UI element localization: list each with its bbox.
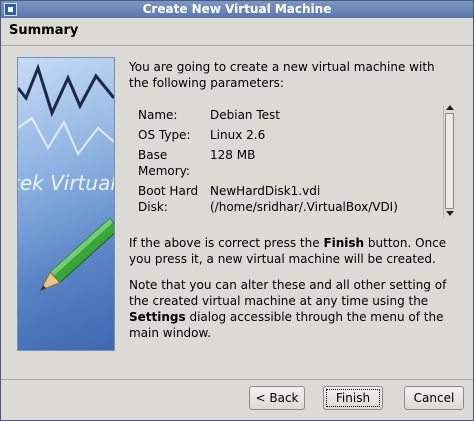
scrollbar-thumb[interactable]: [445, 113, 454, 209]
title-bar[interactable]: Create New Virtual Machine: [1, 1, 473, 18]
parameters-panel: Name: Debian Test OS Type: Linux 2.6 Bas…: [129, 105, 459, 223]
pencil-graph-illustration: tek Virtual: [18, 63, 114, 292]
parameters-scrollbar[interactable]: [443, 105, 456, 217]
intro-text: You are going to create a new virtual ma…: [129, 60, 435, 90]
param-value-name: Debian Test: [210, 108, 280, 122]
param-label-name: Name:: [138, 108, 178, 122]
button-separator: [1, 379, 473, 380]
wizard-side-graphic: tek Virtual: [17, 57, 115, 351]
cancel-button[interactable]: Cancel: [404, 386, 464, 410]
param-value-base-memory: 128 MB: [210, 148, 256, 162]
back-button[interactable]: < Back: [249, 386, 305, 410]
finish-note-bold: Finish: [323, 236, 365, 250]
finish-button[interactable]: Finish: [323, 386, 383, 410]
param-label-boot-hard-disk: Boot Hard Disk:: [138, 184, 199, 214]
window-title: Create New Virtual Machine: [142, 2, 332, 16]
finish-note-text: If the above is correct press the: [129, 236, 324, 250]
settings-note: Note that you can alter these and all ot…: [129, 277, 459, 341]
graphic-text: tek Virtual: [18, 171, 114, 195]
settings-note-bold: Settings: [129, 310, 186, 324]
back-button-label: < Back: [255, 391, 299, 405]
param-label-base-memory: Base Memory:: [138, 148, 190, 178]
scroll-down-arrow-icon[interactable]: [446, 211, 454, 216]
scroll-up-arrow-icon[interactable]: [446, 105, 454, 110]
settings-note-text: Note that you can alter these and all ot…: [129, 278, 447, 308]
cancel-button-label: Cancel: [413, 391, 455, 405]
page-header: Summary: [1, 18, 473, 46]
finish-note: If the above is correct press the Finish…: [129, 235, 459, 267]
virtualbox-app-icon[interactable]: [4, 3, 17, 16]
dialog-window: Create New Virtual Machine Summary tek V…: [0, 0, 474, 421]
page-title: Summary: [9, 23, 79, 38]
param-value-os-type: Linux 2.6: [210, 128, 266, 142]
param-value-boot-hard-disk: NewHardDisk1.vdi (/home/sridhar/.Virtual…: [210, 184, 398, 214]
finish-button-label: Finish: [335, 391, 371, 405]
summary-content: You are going to create a new virtual ma…: [129, 59, 459, 91]
param-label-os-type: OS Type:: [138, 128, 191, 142]
